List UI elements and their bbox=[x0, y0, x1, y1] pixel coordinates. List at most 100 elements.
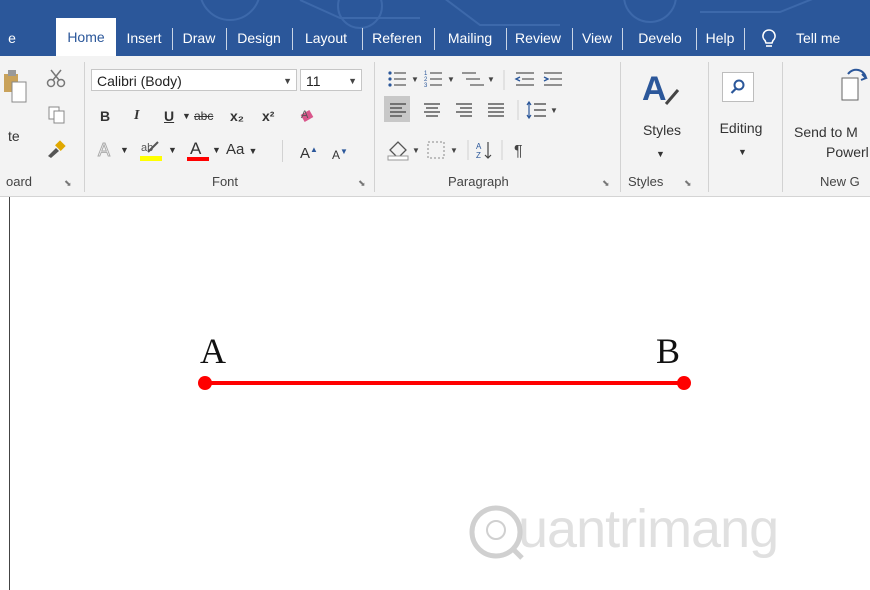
font-group-label: Font bbox=[212, 174, 239, 189]
svg-text:¶: ¶ bbox=[514, 143, 523, 160]
chevron-down-icon[interactable]: ▼ bbox=[168, 140, 177, 160]
tab-draw[interactable]: Draw bbox=[174, 20, 224, 56]
tab-developer[interactable]: Develo bbox=[624, 20, 696, 56]
watermark-logo-icon bbox=[469, 505, 524, 560]
styles-group: A Styles ▼ Styles ⬊ bbox=[622, 56, 704, 196]
tab-file[interactable]: e bbox=[0, 20, 24, 56]
text-highlight-color-icon[interactable]: ab bbox=[138, 138, 164, 162]
paste-button[interactable]: te bbox=[8, 126, 20, 146]
chevron-down-icon: ▼ bbox=[248, 146, 258, 156]
alignment-buttons-row: ▼ bbox=[390, 100, 558, 120]
tab-separator bbox=[362, 28, 363, 50]
dialog-launcher-icon[interactable]: ⬊ bbox=[602, 178, 610, 189]
svg-text:3: 3 bbox=[424, 83, 428, 89]
tab-home[interactable]: Home bbox=[56, 18, 116, 56]
chevron-down-icon[interactable]: ▼ bbox=[212, 140, 221, 160]
tab-separator bbox=[622, 28, 623, 50]
svg-text:A: A bbox=[476, 142, 482, 151]
tab-separator bbox=[292, 28, 293, 50]
list-buttons-row: ▼ 123 ▼ ▼ bbox=[388, 70, 562, 90]
font-color-icon[interactable]: A bbox=[186, 138, 210, 162]
svg-text:A: A bbox=[301, 109, 309, 121]
dialog-launcher-icon[interactable]: ⬊ bbox=[358, 178, 366, 189]
tab-layout[interactable]: Layout bbox=[294, 20, 358, 56]
grow-font-button[interactable]: A▲ bbox=[300, 140, 318, 164]
font-size-select[interactable]: 11 ▼ bbox=[300, 69, 362, 91]
svg-text:A: A bbox=[98, 140, 110, 160]
send-to-powerpoint-line2[interactable]: Powerl bbox=[826, 144, 870, 160]
chevron-down-icon[interactable]: ▼ bbox=[738, 142, 747, 162]
svg-text:▼: ▼ bbox=[411, 75, 419, 84]
new-group-label: New G bbox=[820, 174, 860, 189]
ribbon-tab-bar: e Home Insert Draw Design Layout Referen… bbox=[0, 0, 870, 56]
shrink-font-label: A bbox=[332, 148, 341, 162]
lightbulb-icon[interactable] bbox=[760, 28, 778, 50]
tab-view[interactable]: View bbox=[574, 20, 620, 56]
send-to-powerpoint-icon[interactable] bbox=[838, 68, 868, 106]
tab-separator bbox=[572, 28, 573, 50]
svg-text:Z: Z bbox=[476, 151, 481, 160]
clear-formatting-icon[interactable]: A bbox=[298, 108, 320, 126]
ribbon-home: te oard ⬊ Calibri (Body) ▼ 11 ▼ B I U ▼ … bbox=[0, 56, 870, 197]
strikethrough-button[interactable]: abc bbox=[194, 106, 213, 126]
shading-borders-row: ▼ ▼ A Z ¶ bbox=[387, 140, 523, 161]
format-painter-icon[interactable] bbox=[46, 140, 66, 158]
dialog-launcher-icon[interactable]: ⬊ bbox=[64, 178, 72, 189]
send-to-powerpoint-line1[interactable]: Send to M bbox=[794, 124, 870, 140]
tab-separator bbox=[226, 28, 227, 50]
text-effects-icon[interactable]: A bbox=[96, 140, 118, 160]
dialog-launcher-icon[interactable]: ⬊ bbox=[684, 178, 692, 189]
underline-button[interactable]: U bbox=[164, 106, 174, 126]
search-icon bbox=[730, 79, 745, 94]
chevron-down-icon: ▼ bbox=[283, 76, 292, 86]
paste-icon[interactable] bbox=[4, 68, 28, 110]
font-name-select[interactable]: Calibri (Body) ▼ bbox=[91, 69, 297, 91]
chevron-down-icon[interactable]: ▼ bbox=[182, 106, 191, 126]
editing-icon-box[interactable] bbox=[722, 72, 754, 102]
document-left-edge bbox=[0, 197, 10, 590]
tab-review[interactable]: Review bbox=[508, 20, 568, 56]
editing-group: Editing ▼ bbox=[710, 56, 780, 196]
shrink-font-button[interactable]: A▼ bbox=[332, 142, 348, 165]
svg-text:▼: ▼ bbox=[447, 75, 455, 84]
subscript-button[interactable]: x₂ bbox=[230, 106, 244, 126]
clipboard-group-label: oard bbox=[6, 174, 33, 189]
svg-text:▼: ▼ bbox=[450, 146, 458, 155]
font-size-value: 11 bbox=[306, 73, 321, 89]
tab-mailings[interactable]: Mailing bbox=[436, 20, 504, 56]
change-case-button[interactable]: Aa ▼ bbox=[226, 140, 257, 161]
styles-group-label: Styles bbox=[628, 174, 664, 189]
tab-help[interactable]: Help bbox=[698, 20, 742, 56]
superscript-button[interactable]: x² bbox=[262, 106, 274, 126]
tab-separator bbox=[744, 28, 745, 50]
tab-separator bbox=[696, 28, 697, 50]
editing-button[interactable]: Editing bbox=[710, 120, 772, 136]
svg-text:▼: ▼ bbox=[550, 106, 558, 115]
tell-me-search[interactable]: Tell me bbox=[796, 20, 866, 56]
tab-references[interactable]: Referen bbox=[364, 20, 430, 56]
tab-separator bbox=[172, 28, 173, 50]
chevron-down-icon[interactable]: ▼ bbox=[656, 144, 665, 164]
paragraph-group-label: Paragraph bbox=[448, 174, 509, 189]
copy-icon[interactable] bbox=[48, 106, 66, 124]
tab-insert[interactable]: Insert bbox=[118, 20, 170, 56]
tab-separator bbox=[434, 28, 435, 50]
styles-button[interactable]: Styles bbox=[630, 122, 694, 138]
bold-button[interactable]: B bbox=[100, 106, 110, 126]
cut-icon[interactable] bbox=[46, 68, 66, 88]
chevron-down-icon[interactable]: ▼ bbox=[120, 140, 129, 160]
svg-text:A: A bbox=[642, 70, 667, 108]
change-case-label: Aa bbox=[226, 141, 245, 158]
font-name-value: Calibri (Body) bbox=[97, 73, 182, 89]
tab-separator bbox=[506, 28, 507, 50]
watermark-text: uantrimang bbox=[518, 499, 779, 559]
svg-text:▼: ▼ bbox=[412, 146, 420, 155]
tab-design[interactable]: Design bbox=[228, 20, 290, 56]
chevron-down-icon: ▼ bbox=[348, 76, 357, 86]
font-group: Calibri (Body) ▼ 11 ▼ B I U ▼ abc x₂ x² … bbox=[86, 56, 374, 196]
point-label-b: B bbox=[656, 331, 681, 371]
styles-icon[interactable]: A bbox=[640, 70, 680, 110]
point-label-a: A bbox=[200, 331, 226, 371]
italic-button[interactable]: I bbox=[134, 106, 139, 126]
clipboard-group: te oard ⬊ bbox=[0, 56, 82, 196]
